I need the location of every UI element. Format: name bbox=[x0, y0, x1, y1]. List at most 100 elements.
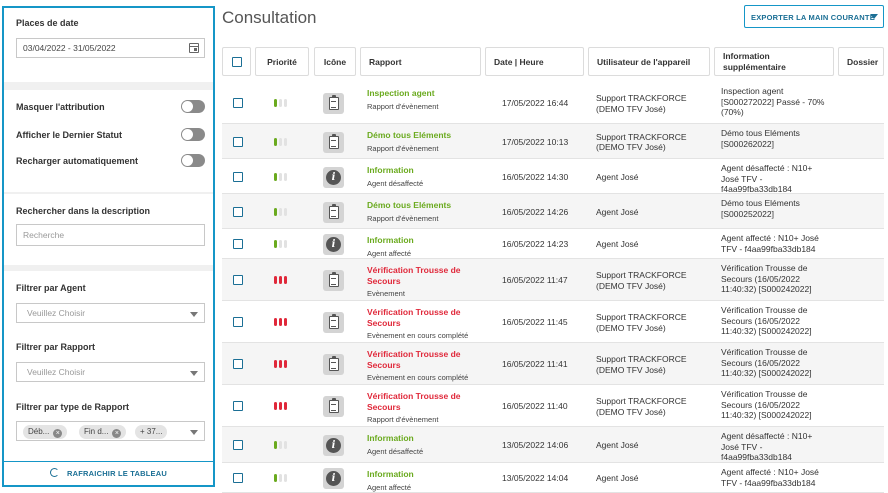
report-subtitle: Rapport d'évènement bbox=[367, 415, 439, 424]
hide-assignment-toggle[interactable] bbox=[181, 100, 205, 113]
report-title[interactable]: Information bbox=[367, 469, 485, 480]
last-status-toggle[interactable] bbox=[181, 128, 205, 141]
report-type-icon: i bbox=[323, 468, 344, 489]
date-range-input[interactable]: 03/04/2022 - 31/05/2022 bbox=[16, 38, 205, 58]
row-checkbox[interactable] bbox=[233, 440, 243, 450]
info-cell: Vérification Trousse de Secours (16/05/2… bbox=[721, 347, 812, 378]
report-type-icon bbox=[323, 201, 344, 223]
filters-panel: Filtrer par Agent Veuillez Choisir Filtr… bbox=[4, 271, 213, 463]
chip-label: + 37... bbox=[140, 427, 163, 436]
search-input[interactable]: Recherche bbox=[16, 224, 205, 246]
report-title[interactable]: Vérification Trousse de Secours bbox=[367, 307, 485, 328]
report-cell[interactable]: Démo tous Eléments Rapport d'évènement bbox=[367, 130, 485, 154]
report-title[interactable]: Vérification Trousse de Secours bbox=[367, 265, 485, 286]
row-checkbox[interactable] bbox=[233, 239, 243, 249]
refresh-table-button[interactable]: RAFRAICHIR LE TABLEAU bbox=[4, 461, 213, 485]
report-title[interactable]: Vérification Trousse de Secours bbox=[367, 349, 485, 370]
report-cell[interactable]: Information Agent affecté bbox=[367, 469, 485, 493]
row-checkbox[interactable] bbox=[233, 401, 243, 411]
report-title[interactable]: Information bbox=[367, 165, 485, 176]
report-title[interactable]: Démo tous Eléments bbox=[367, 130, 485, 141]
report-cell[interactable]: Démo tous Eléments Rapport d'évènement bbox=[367, 200, 485, 224]
report-title[interactable]: Information bbox=[367, 433, 485, 444]
table-row[interactable]: i Information Agent désaffecté 13/05/202… bbox=[222, 427, 884, 463]
datetime-cell: 16/05/2022 11:47 bbox=[502, 275, 568, 285]
datetime-cell: 17/05/2022 10:13 bbox=[502, 136, 569, 147]
report-title[interactable]: Vérification Trousse de Secours bbox=[367, 391, 485, 412]
type-filter-select[interactable]: Déb... × Fin d... × + 37... bbox=[16, 421, 205, 441]
report-type-icon bbox=[323, 354, 344, 375]
col-folder[interactable]: Dossier bbox=[838, 47, 884, 76]
report-title[interactable]: Démo tous Eléments bbox=[367, 200, 485, 211]
report-subtitle: Rapport d'évènement bbox=[367, 213, 439, 223]
agent-filter-select[interactable]: Veuillez Choisir bbox=[16, 303, 205, 323]
user-cell: Support TRACKFORCE (DEMO TFV José) bbox=[596, 270, 687, 291]
report-cell[interactable]: Inspection agent Rapport d'évènement bbox=[367, 88, 485, 112]
info-icon: i bbox=[326, 471, 341, 486]
report-subtitle: Evènement bbox=[367, 289, 405, 298]
report-type-icon bbox=[323, 93, 344, 114]
remove-chip-icon[interactable]: × bbox=[53, 429, 63, 438]
col-priority[interactable]: Priorité bbox=[255, 47, 309, 76]
export-button[interactable]: EXPORTER LA MAIN COURANTE bbox=[744, 5, 884, 28]
report-cell[interactable]: Information Agent désaffecté bbox=[367, 433, 485, 457]
auto-reload-toggle[interactable] bbox=[181, 154, 205, 167]
select-all-checkbox[interactable] bbox=[231, 56, 242, 67]
report-subtitle: Evènement en cours complété bbox=[367, 331, 469, 340]
row-checkbox[interactable] bbox=[233, 473, 243, 483]
table-row[interactable]: Vérification Trousse de Secours Evènemen… bbox=[222, 301, 884, 343]
col-icon[interactable]: Icône bbox=[314, 47, 356, 76]
chevron-down-icon bbox=[190, 371, 198, 376]
col-info[interactable]: Information supplémentaire bbox=[714, 47, 834, 76]
datetime-cell: 16/05/2022 11:40 bbox=[502, 401, 568, 411]
report-title[interactable]: Inspection agent bbox=[367, 88, 485, 99]
report-cell[interactable]: Information Agent désaffecté bbox=[367, 165, 485, 189]
col-user[interactable]: Utilisateur de l'appareil bbox=[588, 47, 710, 76]
remove-chip-icon[interactable]: × bbox=[112, 429, 122, 438]
user-cell: Support TRACKFORCE (DEMO TFV José) bbox=[596, 354, 687, 375]
report-cell[interactable]: Vérification Trousse de Secours Evènemen… bbox=[367, 307, 485, 342]
row-checkbox[interactable] bbox=[233, 98, 243, 108]
report-cell[interactable]: Vérification Trousse de Secours Evènemen… bbox=[367, 349, 485, 384]
row-checkbox[interactable] bbox=[233, 317, 243, 327]
clipboard-icon bbox=[328, 314, 339, 329]
table-row[interactable]: Démo tous Eléments Rapport d'évènement 1… bbox=[222, 194, 884, 229]
row-checkbox[interactable] bbox=[233, 171, 243, 182]
col-datetime[interactable]: Date | Heure bbox=[485, 47, 584, 76]
table-row[interactable]: i Information Agent affecté 16/05/2022 1… bbox=[222, 229, 884, 259]
report-subtitle: Evènement en cours complété bbox=[367, 373, 469, 382]
type-chip[interactable]: Déb... × bbox=[23, 425, 68, 439]
user-cell: Agent José bbox=[596, 171, 639, 182]
info-icon: i bbox=[326, 237, 341, 252]
row-checkbox[interactable] bbox=[233, 359, 243, 369]
table-row[interactable]: Vérification Trousse de Secours Evènemen… bbox=[222, 343, 884, 385]
row-checkbox[interactable] bbox=[233, 206, 243, 217]
table-row[interactable]: Vérification Trousse de Secours Evènemen… bbox=[222, 259, 884, 301]
date-range-label: Places de date bbox=[16, 18, 79, 28]
priority-indicator bbox=[274, 137, 287, 146]
chevron-down-icon bbox=[870, 14, 878, 19]
report-cell[interactable]: Vérification Trousse de Secours Rapport … bbox=[367, 391, 485, 426]
report-cell[interactable]: Information Agent affecté bbox=[367, 235, 485, 259]
agent-filter-value: Veuillez Choisir bbox=[27, 308, 86, 318]
report-cell[interactable]: Vérification Trousse de Secours Evènemen… bbox=[367, 265, 485, 300]
table-row[interactable]: i Information Agent affecté 13/05/2022 1… bbox=[222, 463, 884, 493]
table-row[interactable]: Démo tous Eléments Rapport d'évènement 1… bbox=[222, 124, 884, 159]
table-row[interactable]: Inspection agent Rapport d'évènement 17/… bbox=[222, 82, 884, 124]
col-report[interactable]: Rapport bbox=[360, 47, 481, 76]
calendar-icon[interactable] bbox=[189, 43, 199, 53]
table-row[interactable]: Vérification Trousse de Secours Rapport … bbox=[222, 385, 884, 427]
row-checkbox[interactable] bbox=[233, 275, 243, 285]
rapport-filter-select[interactable]: Veuillez Choisir bbox=[16, 362, 205, 382]
row-checkbox[interactable] bbox=[233, 136, 243, 147]
user-cell: Support TRACKFORCE (DEMO TFV José) bbox=[596, 396, 687, 417]
datetime-cell: 13/05/2022 14:06 bbox=[502, 440, 569, 450]
table-row[interactable]: i Information Agent désaffecté 16/05/202… bbox=[222, 159, 884, 194]
type-chip[interactable]: Fin d... × bbox=[79, 425, 127, 439]
chip-label: Déb... bbox=[28, 427, 50, 436]
info-cell: Agent affecté : N10+ José TFV - f4aa99fb… bbox=[721, 233, 819, 254]
type-chip-more[interactable]: + 37... bbox=[135, 425, 168, 439]
report-subtitle: Rapport d'évènement bbox=[367, 101, 439, 111]
search-panel: Rechercher dans la description Recherche bbox=[4, 194, 213, 265]
report-title[interactable]: Information bbox=[367, 235, 485, 246]
